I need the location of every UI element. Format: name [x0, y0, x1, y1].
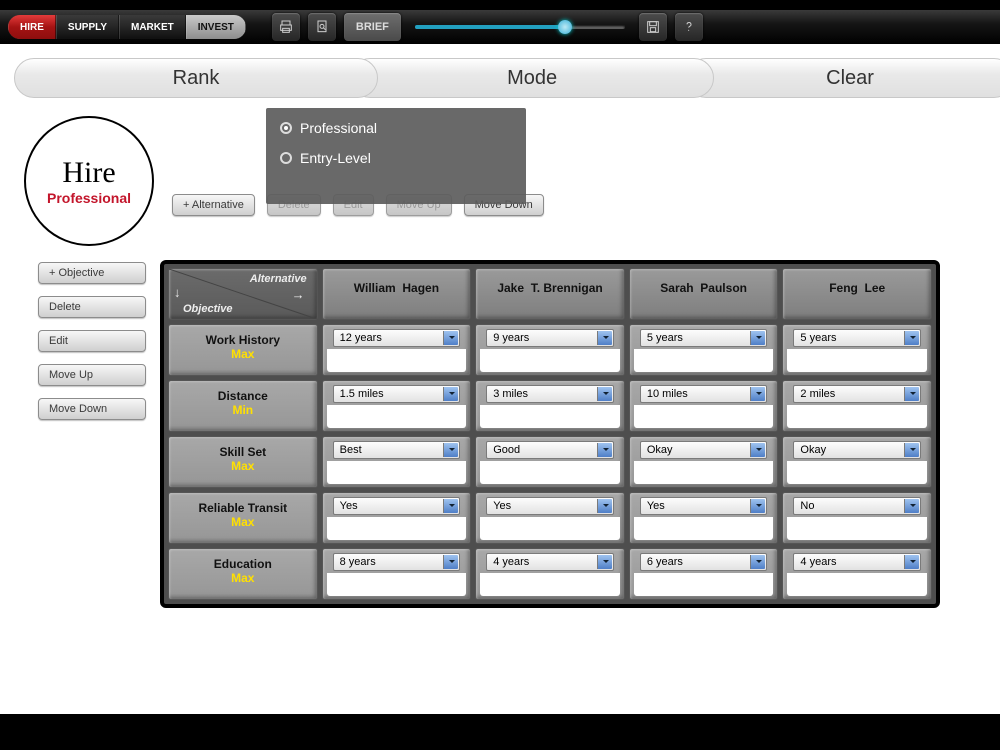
wizard-clear[interactable]: Clear	[686, 58, 1000, 98]
value-dropdown[interactable]: Yes	[333, 497, 461, 515]
value-dropdown[interactable]: 3 miles	[486, 385, 614, 403]
value-dropdown[interactable]: Okay	[793, 441, 921, 459]
tab-hire[interactable]: HIRE	[8, 15, 56, 39]
zoom-slider[interactable]	[415, 13, 625, 41]
decision-table: Alternative → Objective → William HagenJake …	[160, 260, 940, 608]
value-cell: 4 years	[782, 548, 932, 600]
value-cell: No	[782, 492, 932, 544]
option-professional[interactable]: Professional	[280, 120, 512, 136]
value-dropdown[interactable]: 5 years	[640, 329, 768, 347]
value-cell: 6 years	[629, 548, 779, 600]
value-cell: 5 years	[782, 324, 932, 376]
arrow-right-icon: →	[292, 287, 305, 302]
save-icon[interactable]	[639, 13, 667, 41]
option-professional-label: Professional	[300, 120, 377, 136]
mode-tabs: HIRE SUPPLY MARKET INVEST	[8, 15, 246, 39]
value-dropdown[interactable]: Good	[486, 441, 614, 459]
value-dropdown[interactable]: 4 years	[486, 553, 614, 571]
value-dropdown[interactable]: 1.5 miles	[333, 385, 461, 403]
tab-invest[interactable]: INVEST	[186, 15, 246, 39]
objective-header[interactable]: Skill SetMax	[168, 436, 318, 488]
value-cell: Okay	[782, 436, 932, 488]
value-dropdown[interactable]: 5 years	[793, 329, 921, 347]
option-entry-label: Entry-Level	[300, 150, 371, 166]
value-cell: 3 miles	[475, 380, 625, 432]
delete-objective-button[interactable]: Delete	[38, 296, 146, 318]
value-cell: 1.5 miles	[322, 380, 472, 432]
objective-buttons: + Objective Delete Edit Move Up Move Dow…	[38, 260, 146, 608]
value-cell: Yes	[322, 492, 472, 544]
value-cell: 5 years	[629, 324, 779, 376]
value-dropdown[interactable]: Best	[333, 441, 461, 459]
brief-button[interactable]: BRIEF	[344, 13, 401, 41]
radio-icon	[280, 122, 292, 134]
search-doc-icon[interactable]	[308, 13, 336, 41]
wizard-rank[interactable]: Rank	[14, 58, 378, 98]
value-dropdown[interactable]: 6 years	[640, 553, 768, 571]
corner-cell: Alternative → Objective →	[168, 268, 318, 320]
edit-objective-button[interactable]: Edit	[38, 330, 146, 352]
value-cell: Okay	[629, 436, 779, 488]
value-cell: 12 years	[322, 324, 472, 376]
value-dropdown[interactable]: 9 years	[486, 329, 614, 347]
value-cell: 9 years	[475, 324, 625, 376]
value-cell: 4 years	[475, 548, 625, 600]
value-dropdown[interactable]: Yes	[486, 497, 614, 515]
value-dropdown[interactable]: No	[793, 497, 921, 515]
value-cell: Good	[475, 436, 625, 488]
value-dropdown[interactable]: 12 years	[333, 329, 461, 347]
moveup-objective-button[interactable]: Move Up	[38, 364, 146, 386]
alternative-header[interactable]: Feng Lee	[782, 268, 932, 320]
corner-obj-label: Objective	[183, 303, 233, 315]
value-dropdown[interactable]: 8 years	[333, 553, 461, 571]
radio-icon	[280, 152, 292, 164]
movedown-objective-button[interactable]: Move Down	[38, 398, 146, 420]
objective-header[interactable]: EducationMax	[168, 548, 318, 600]
objective-header[interactable]: DistanceMin	[168, 380, 318, 432]
top-toolbar: HIRE SUPPLY MARKET INVEST BRIEF	[0, 0, 1000, 44]
value-cell: 2 miles	[782, 380, 932, 432]
print-icon[interactable]	[272, 13, 300, 41]
hire-subtitle: Professional	[47, 190, 131, 206]
bottom-strip	[0, 714, 1000, 750]
value-cell: 10 miles	[629, 380, 779, 432]
value-dropdown[interactable]: 4 years	[793, 553, 921, 571]
corner-alt-label: Alternative	[250, 273, 307, 285]
value-dropdown[interactable]: 10 miles	[640, 385, 768, 403]
value-cell: Yes	[475, 492, 625, 544]
hire-title: Hire	[62, 156, 115, 190]
value-dropdown[interactable]: Yes	[640, 497, 768, 515]
option-entry-level[interactable]: Entry-Level	[280, 150, 512, 166]
alternative-header[interactable]: William Hagen	[322, 268, 472, 320]
arrow-down-icon: →	[172, 287, 187, 300]
value-cell: Best	[322, 436, 472, 488]
help-icon[interactable]	[675, 13, 703, 41]
add-alternative-button[interactable]: + Alternative	[172, 194, 255, 216]
wizard-mode[interactable]: Mode	[350, 58, 714, 98]
hire-type-popup: Professional Entry-Level	[266, 108, 526, 204]
wizard-steps: Rank Mode Clear	[14, 58, 986, 98]
add-objective-button[interactable]: + Objective	[38, 262, 146, 284]
tab-supply[interactable]: SUPPLY	[56, 15, 119, 39]
value-dropdown[interactable]: 2 miles	[793, 385, 921, 403]
value-cell: 8 years	[322, 548, 472, 600]
value-cell: Yes	[629, 492, 779, 544]
objective-header[interactable]: Work HistoryMax	[168, 324, 318, 376]
alternative-header[interactable]: Sarah Paulson	[629, 268, 779, 320]
hire-badge: Hire Professional	[24, 116, 154, 246]
alternative-header[interactable]: Jake T. Brennigan	[475, 268, 625, 320]
value-dropdown[interactable]: Okay	[640, 441, 768, 459]
objective-header[interactable]: Reliable TransitMax	[168, 492, 318, 544]
tab-market[interactable]: MARKET	[119, 15, 186, 39]
